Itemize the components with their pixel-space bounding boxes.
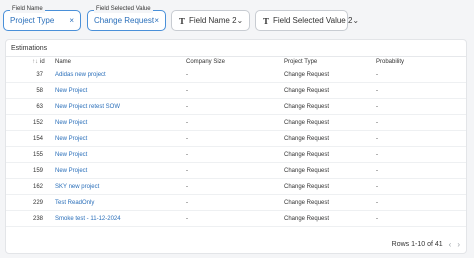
row-id: 238	[32, 216, 43, 222]
rows-count: Rows 1-10 of 41	[391, 241, 443, 248]
table-row[interactable]: 152 New Project - Change Request -	[6, 115, 466, 131]
column-header-id[interactable]: id	[40, 59, 45, 65]
row-probability: -	[376, 152, 378, 158]
row-name-link[interactable]: Test ReadOnly	[55, 200, 94, 206]
row-project-type: Change Request	[284, 104, 330, 110]
field-selected-value-2-select[interactable]: T Field Selected Value 2 ⌄	[255, 10, 359, 31]
field-name-2-select[interactable]: T Field Name 2 ⌄	[171, 10, 250, 31]
row-company-size: -	[186, 184, 188, 190]
estimations-table-card: Estimations ↑↓ id Name Company Size Proj…	[5, 39, 467, 254]
pagination: Rows 1-10 of 41 ‹ ›	[392, 240, 460, 249]
row-project-type: Change Request	[284, 120, 330, 126]
row-company-size: -	[186, 88, 188, 94]
field-selected-value-select[interactable]: Field Selected Value Change Request ×	[87, 5, 166, 31]
row-id: 152	[32, 120, 43, 126]
table-row[interactable]: 63 New Project retest SOW - Change Request -	[6, 99, 466, 115]
row-company-size: -	[186, 200, 188, 206]
row-probability: -	[376, 200, 378, 206]
row-company-size: -	[186, 104, 188, 110]
row-id: 154	[32, 136, 43, 142]
chevron-down-icon[interactable]: ⌄	[237, 16, 250, 25]
row-id: 63	[36, 104, 43, 110]
field-selected-value-value: Change Request	[94, 16, 155, 25]
row-project-type: Change Request	[284, 152, 330, 158]
row-project-type: Change Request	[284, 168, 330, 174]
field-name-select[interactable]: Field Name Project Type ×	[3, 5, 81, 31]
row-project-type: Change Request	[284, 72, 330, 78]
table-row[interactable]: 58 New Project - Change Request -	[6, 83, 466, 99]
field-name-value: Project Type	[10, 16, 55, 25]
field-selected-value-2-label: Field Selected Value 2	[272, 16, 353, 25]
row-id: 162	[32, 184, 43, 190]
header-divider	[6, 56, 466, 57]
field-name-legend: Field Name	[10, 5, 45, 13]
field-selected-value-clear-icon[interactable]: ×	[154, 16, 165, 25]
prev-page-icon[interactable]: ‹	[449, 240, 452, 249]
column-header-project-type[interactable]: Project Type	[284, 59, 317, 65]
row-id: 229	[32, 200, 43, 206]
row-company-size: -	[186, 120, 188, 126]
field-selected-value-legend: Field Selected Value	[94, 5, 153, 13]
table-row[interactable]: 238 Smoke test - 11-12-2024 - Change Reques…	[6, 211, 466, 227]
sort-icon[interactable]: ↑↓	[32, 59, 38, 65]
text-type-icon: T	[179, 15, 185, 26]
filter-bar: Field Name Project Type × Field Selected…	[3, 5, 473, 31]
row-probability: -	[376, 168, 378, 174]
field-name-2-label: Field Name 2	[188, 16, 237, 25]
table-row[interactable]: 229 Test ReadOnly - Change Request -	[6, 195, 466, 211]
row-probability: -	[376, 120, 378, 126]
row-name-link[interactable]: New Project	[55, 168, 87, 174]
table-row[interactable]: 159 New Project - Change Request -	[6, 163, 466, 179]
next-page-icon[interactable]: ›	[457, 240, 460, 249]
row-company-size: -	[186, 136, 188, 142]
row-company-size: -	[186, 216, 188, 222]
field-name-clear-icon[interactable]: ×	[69, 16, 80, 25]
row-project-type: Change Request	[284, 136, 330, 142]
row-id: 58	[36, 88, 43, 94]
row-probability: -	[376, 104, 378, 110]
row-name-link[interactable]: Adidas new project	[55, 72, 106, 78]
row-probability: -	[376, 216, 378, 222]
table-row[interactable]: 155 New Project - Change Request -	[6, 147, 466, 163]
chevron-down-icon[interactable]: ⌄	[352, 16, 365, 25]
row-probability: -	[376, 72, 378, 78]
row-name-link[interactable]: New Project	[55, 88, 87, 94]
row-project-type: Change Request	[284, 200, 330, 206]
row-project-type: Change Request	[284, 216, 330, 222]
row-id: 159	[32, 168, 43, 174]
column-header-name[interactable]: Name	[55, 59, 71, 65]
row-name-link[interactable]: New Project	[55, 152, 87, 158]
row-name-link[interactable]: SKY new project	[55, 184, 99, 190]
table-row[interactable]: 37 Adidas new project - Change Request -	[6, 67, 466, 83]
row-id: 37	[36, 72, 43, 78]
row-company-size: -	[186, 72, 188, 78]
row-id: 155	[32, 152, 43, 158]
row-project-type: Change Request	[284, 184, 330, 190]
row-name-link[interactable]: New Project	[55, 120, 87, 126]
row-probability: -	[376, 88, 378, 94]
row-name-link[interactable]: New Project retest SOW	[55, 104, 120, 110]
column-header-probability[interactable]: Probability	[376, 59, 404, 65]
table-row[interactable]: 154 New Project - Change Request -	[6, 131, 466, 147]
text-type-icon: T	[263, 15, 269, 26]
row-project-type: Change Request	[284, 88, 330, 94]
row-probability: -	[376, 184, 378, 190]
row-company-size: -	[186, 168, 188, 174]
row-probability: -	[376, 136, 378, 142]
row-company-size: -	[186, 152, 188, 158]
row-name-link[interactable]: New Project	[55, 136, 87, 142]
row-name-link[interactable]: Smoke test - 11-12-2024	[55, 216, 121, 222]
table-title: Estimations	[11, 45, 48, 52]
column-header-company-size[interactable]: Company Size	[186, 59, 225, 65]
table-row[interactable]: 162 SKY new project - Change Request -	[6, 179, 466, 195]
